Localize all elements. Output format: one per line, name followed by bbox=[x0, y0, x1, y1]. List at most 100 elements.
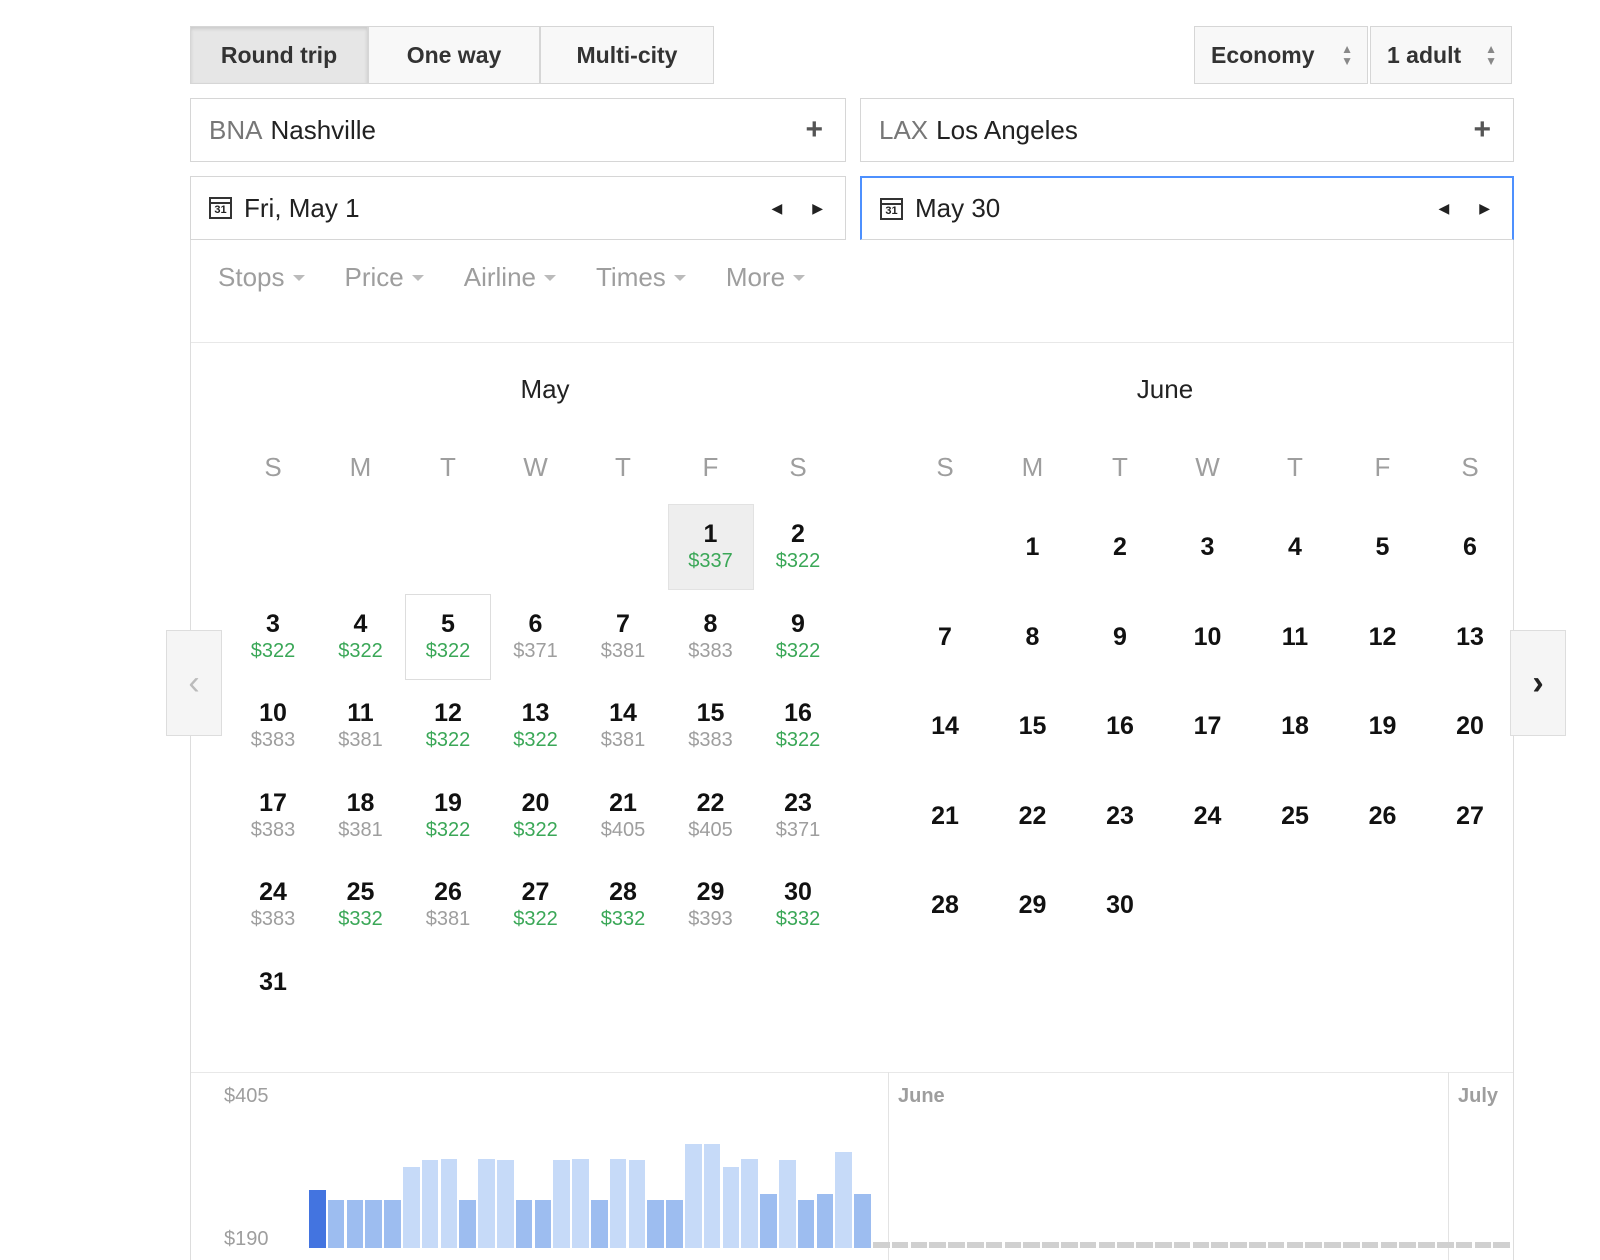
price-bar[interactable] bbox=[327, 1200, 345, 1248]
next-month-button[interactable]: › bbox=[1510, 630, 1566, 736]
calendar-day[interactable]: 21 $405 bbox=[580, 773, 666, 859]
prev-month-button[interactable]: ‹ bbox=[166, 630, 222, 736]
price-bar[interactable] bbox=[309, 1190, 326, 1248]
filter-price[interactable]: Price bbox=[345, 262, 424, 293]
calendar-day[interactable]: 17 $383 bbox=[230, 773, 316, 859]
calendar-day[interactable]: 11 bbox=[1252, 594, 1338, 680]
calendar-day[interactable]: 15 bbox=[990, 683, 1076, 769]
prev-date-icon[interactable]: ◀ bbox=[771, 200, 782, 217]
calendar-day[interactable]: 3 $322 bbox=[230, 594, 316, 680]
calendar-day[interactable]: 11 $381 bbox=[318, 683, 404, 769]
calendar-day[interactable]: 17 bbox=[1165, 683, 1251, 769]
calendar-day[interactable]: 27 $322 bbox=[493, 862, 579, 948]
calendar-day[interactable]: 16 $322 bbox=[755, 683, 841, 769]
price-bar[interactable] bbox=[515, 1200, 533, 1248]
calendar-day[interactable]: 15 $383 bbox=[668, 683, 754, 769]
price-bar[interactable] bbox=[591, 1200, 608, 1248]
add-origin-icon[interactable]: + bbox=[805, 113, 823, 147]
calendar-day[interactable]: 1 $337 bbox=[667, 504, 754, 590]
add-destination-icon[interactable]: + bbox=[1473, 113, 1491, 147]
calendar-day[interactable]: 25 $332 bbox=[318, 862, 404, 948]
price-bar[interactable] bbox=[760, 1193, 777, 1248]
calendar-day[interactable]: 28 $332 bbox=[580, 862, 666, 948]
price-bar[interactable] bbox=[816, 1193, 834, 1248]
calendar-day[interactable]: 7 $381 bbox=[580, 594, 666, 680]
calendar-day[interactable]: 21 bbox=[902, 773, 988, 859]
price-bar[interactable] bbox=[609, 1158, 627, 1248]
calendar-day[interactable]: 5 bbox=[1340, 504, 1426, 590]
calendar-day[interactable]: 29 bbox=[990, 862, 1076, 948]
calendar-day[interactable]: 22 bbox=[990, 773, 1076, 859]
depart-date-field[interactable]: 31 Fri, May 1 ◀ ▶ bbox=[190, 176, 846, 240]
calendar-day[interactable]: 12 $322 bbox=[405, 683, 491, 769]
calendar-day[interactable]: 9 $322 bbox=[755, 594, 841, 680]
calendar-day[interactable]: 31 bbox=[230, 952, 316, 1038]
price-bar[interactable] bbox=[854, 1193, 871, 1248]
calendar-day[interactable]: 16 bbox=[1077, 683, 1163, 769]
calendar-day[interactable]: 23 bbox=[1077, 773, 1163, 859]
price-bar[interactable] bbox=[647, 1200, 664, 1248]
origin-field[interactable]: BNA Nashville + bbox=[190, 98, 846, 162]
calendar-day[interactable]: 2 bbox=[1077, 504, 1163, 590]
calendar-day[interactable]: 19 bbox=[1340, 683, 1426, 769]
calendar-day[interactable]: 13 bbox=[1427, 594, 1513, 680]
filter-times[interactable]: Times bbox=[596, 262, 686, 293]
filter-stops[interactable]: Stops bbox=[218, 262, 305, 293]
tab-multi-city[interactable]: Multi-city bbox=[540, 26, 714, 84]
calendar-day[interactable]: 4 bbox=[1252, 504, 1338, 590]
calendar-day[interactable]: 25 bbox=[1252, 773, 1338, 859]
calendar-day[interactable]: 4 $322 bbox=[318, 594, 404, 680]
calendar-day[interactable]: 1 bbox=[990, 504, 1076, 590]
calendar-day[interactable]: 3 bbox=[1165, 504, 1251, 590]
price-bar[interactable] bbox=[478, 1158, 495, 1248]
calendar-day[interactable]: 18 bbox=[1252, 683, 1338, 769]
calendar-day[interactable]: 28 bbox=[902, 862, 988, 948]
price-bar[interactable] bbox=[722, 1167, 740, 1248]
calendar-day[interactable]: 8 bbox=[990, 594, 1076, 680]
price-bar[interactable] bbox=[797, 1200, 815, 1248]
calendar-day[interactable]: 30 $332 bbox=[755, 862, 841, 948]
tab-round-trip[interactable]: Round trip bbox=[190, 26, 368, 84]
calendar-day[interactable]: 5 $322 bbox=[405, 593, 491, 680]
calendar-day[interactable]: 20 $322 bbox=[493, 773, 579, 859]
next-date-icon[interactable]: ▶ bbox=[812, 200, 823, 217]
return-date-field[interactable]: 31 May 30 ◀ ▶ bbox=[860, 176, 1514, 240]
prev-date-icon[interactable]: ◀ bbox=[1438, 200, 1449, 217]
price-bar[interactable] bbox=[628, 1160, 646, 1248]
price-bar[interactable] bbox=[685, 1144, 702, 1248]
calendar-day[interactable]: 26 $381 bbox=[405, 862, 491, 948]
calendar-day[interactable]: 14 bbox=[902, 683, 988, 769]
calendar-day[interactable]: 30 bbox=[1077, 862, 1163, 948]
price-bar[interactable] bbox=[384, 1200, 401, 1248]
cabin-select[interactable]: Economy ▲ ▼ bbox=[1194, 26, 1368, 84]
price-bar[interactable] bbox=[553, 1160, 570, 1248]
calendar-day[interactable]: 2 $322 bbox=[755, 504, 841, 590]
next-date-icon[interactable]: ▶ bbox=[1479, 200, 1490, 217]
calendar-day[interactable]: 23 $371 bbox=[755, 773, 841, 859]
price-bar[interactable] bbox=[741, 1158, 758, 1248]
price-bar[interactable] bbox=[534, 1200, 552, 1248]
price-bar[interactable] bbox=[666, 1200, 683, 1248]
calendar-day[interactable]: 22 $405 bbox=[668, 773, 754, 859]
price-bar[interactable] bbox=[403, 1167, 420, 1248]
calendar-day[interactable]: 6 $371 bbox=[493, 594, 579, 680]
calendar-day[interactable]: 24 bbox=[1165, 773, 1251, 859]
price-bar[interactable] bbox=[779, 1160, 796, 1248]
calendar-day[interactable]: 27 bbox=[1427, 773, 1513, 859]
calendar-day[interactable]: 13 $322 bbox=[493, 683, 579, 769]
calendar-day[interactable]: 18 $381 bbox=[318, 773, 404, 859]
calendar-day[interactable]: 6 bbox=[1427, 504, 1513, 590]
price-bar[interactable] bbox=[421, 1160, 439, 1248]
calendar-day[interactable]: 8 $383 bbox=[668, 594, 754, 680]
tab-one-way[interactable]: One way bbox=[368, 26, 540, 84]
price-bar[interactable] bbox=[497, 1160, 514, 1248]
destination-field[interactable]: LAX Los Angeles + bbox=[860, 98, 1514, 162]
calendar-day[interactable]: 9 bbox=[1077, 594, 1163, 680]
price-bar[interactable] bbox=[440, 1158, 458, 1248]
price-bar[interactable] bbox=[459, 1200, 476, 1248]
price-bar[interactable] bbox=[572, 1158, 589, 1248]
price-bar[interactable] bbox=[835, 1152, 852, 1248]
calendar-day[interactable]: 26 bbox=[1340, 773, 1426, 859]
price-bar[interactable] bbox=[346, 1200, 364, 1248]
price-bar[interactable] bbox=[365, 1200, 382, 1248]
